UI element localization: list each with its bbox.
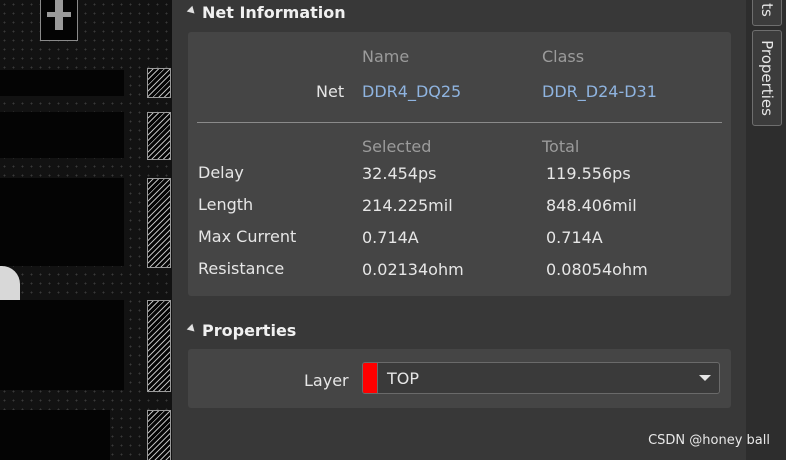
pcb-canvas[interactable] xyxy=(0,0,172,460)
properties-header[interactable]: Properties xyxy=(186,318,297,342)
chevron-down-icon[interactable] xyxy=(699,375,711,381)
net-information-box: Name Class Net DDR4_DQ25 DDR_D24-D31 Sel… xyxy=(188,32,731,296)
pcb-trace xyxy=(0,112,124,158)
side-tab-strip: ts Properties xyxy=(746,0,786,460)
row-total-resistance: 0.08054ohm xyxy=(546,260,648,279)
divider xyxy=(197,122,722,123)
pcb-trace xyxy=(0,70,124,96)
net-label: Net xyxy=(316,82,345,101)
collapse-triangle-icon[interactable] xyxy=(186,323,198,334)
side-tab-properties-label: Properties xyxy=(758,40,776,116)
net-class-link[interactable]: DDR_D24-D31 xyxy=(542,82,657,101)
column-header-name: Name xyxy=(362,47,410,66)
pcb-pad xyxy=(40,0,78,41)
pcb-trace xyxy=(0,300,124,390)
column-header-class: Class xyxy=(542,47,585,66)
layer-select-value: TOP xyxy=(387,369,420,388)
row-total-max-current: 0.714A xyxy=(546,228,603,247)
pcb-designator-mark xyxy=(47,12,71,17)
pcb-hatched-pad xyxy=(147,300,171,392)
pcb-trace xyxy=(0,178,124,266)
pcb-trace xyxy=(0,410,110,460)
pcb-hatched-pad xyxy=(147,410,171,460)
collapse-triangle-icon[interactable] xyxy=(186,5,198,16)
layer-color-swatch xyxy=(363,363,378,393)
properties-title: Properties xyxy=(202,320,297,340)
row-label-resistance: Resistance xyxy=(198,259,285,278)
pcb-silkscreen-line xyxy=(0,266,20,300)
side-tab-partial-label: ts xyxy=(758,3,776,17)
watermark: CSDN @honey ball xyxy=(648,433,770,448)
row-label-max-current: Max Current xyxy=(198,227,297,246)
row-selected-resistance: 0.02134ohm xyxy=(362,260,464,279)
layer-select[interactable]: TOP xyxy=(362,362,720,394)
layer-label: Layer xyxy=(304,371,349,390)
row-total-length: 848.406mil xyxy=(546,196,637,215)
properties-box: Layer TOP xyxy=(188,349,731,408)
properties-panel: Net Information Name Class Net DDR4_DQ25… xyxy=(172,0,746,460)
pcb-hatched-pad xyxy=(147,178,171,268)
row-selected-length: 214.225mil xyxy=(362,196,453,215)
pcb-hatched-pad xyxy=(147,68,171,98)
row-label-length: Length xyxy=(198,195,254,214)
side-tab-properties[interactable]: Properties xyxy=(752,30,782,126)
column-header-total: Total xyxy=(542,137,580,156)
row-total-delay: 119.556ps xyxy=(546,164,631,183)
row-label-delay: Delay xyxy=(198,163,244,182)
pcb-hatched-pad xyxy=(147,112,171,160)
side-tab-partial[interactable]: ts xyxy=(752,0,782,26)
net-name-link[interactable]: DDR4_DQ25 xyxy=(362,82,461,101)
net-information-title: Net Information xyxy=(202,2,346,22)
row-selected-delay: 32.454ps xyxy=(362,164,437,183)
column-header-selected: Selected xyxy=(362,137,432,156)
net-information-header[interactable]: Net Information xyxy=(186,0,346,24)
row-selected-max-current: 0.714A xyxy=(362,228,419,247)
